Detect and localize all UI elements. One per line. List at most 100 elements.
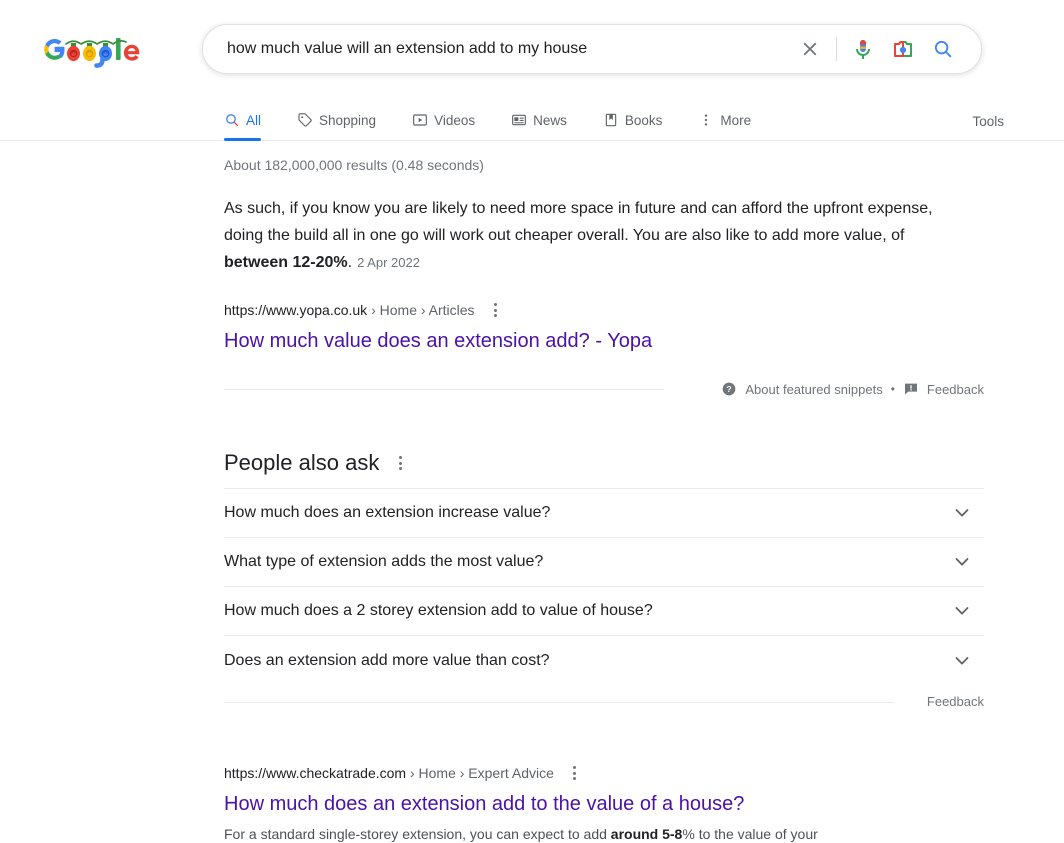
people-also-ask-header: People also ask <box>224 450 984 476</box>
video-icon <box>413 114 427 126</box>
tab-shopping[interactable]: Shopping <box>285 102 388 138</box>
desc-part2: % to the value of your <box>682 826 818 842</box>
paa-question-text: What type of extension adds the most val… <box>224 553 544 570</box>
light-bulb-yellow <box>83 43 96 62</box>
tab-label: Videos <box>434 112 476 128</box>
kebab-icon <box>705 114 708 126</box>
featured-snippet-footer: ? About featured snippets • Feedback <box>224 378 984 400</box>
tools-button[interactable]: Tools <box>964 110 1012 133</box>
google-logo-icon <box>44 38 140 68</box>
clear-search-button[interactable] <box>790 29 830 69</box>
microphone-icon <box>856 40 870 59</box>
paa-question-item[interactable]: How much does a 2 storey extension add t… <box>224 587 984 636</box>
result-source: https://www.checkatrade.com › Home › Exp… <box>224 763 984 783</box>
light-bulb-blue <box>94 43 112 68</box>
paa-question-item[interactable]: How much does an extension increase valu… <box>224 489 984 538</box>
result-options-button[interactable] <box>566 763 584 783</box>
google-doodle-logo[interactable] <box>44 26 164 74</box>
search-submit-button[interactable] <box>923 29 963 69</box>
news-icon <box>512 114 527 126</box>
featured-snippet-title-link[interactable]: How much value does an extension add? - … <box>224 328 652 354</box>
kebab-dot <box>494 303 498 306</box>
source-url[interactable]: https://www.checkatrade.com › Home › Exp… <box>224 763 554 783</box>
result-count: About 182,000,000 results (0.48 seconds) <box>224 157 484 173</box>
tab-label: Shopping <box>319 112 377 128</box>
people-also-ask-list: How much does an extension increase valu… <box>224 488 984 685</box>
google-lens-icon <box>894 41 912 57</box>
tab-news[interactable]: News <box>499 102 579 138</box>
snippet-feedback-link[interactable]: Feedback <box>927 382 984 397</box>
paa-feedback-link[interactable]: Feedback <box>927 694 984 709</box>
search-results-main: About 182,000,000 results (0.48 seconds)… <box>224 141 984 843</box>
featured-snippet: As such, if you know you are likely to n… <box>224 195 984 400</box>
tab-label: All <box>246 112 262 128</box>
snippet-date: 2 Apr 2022 <box>357 255 420 270</box>
tag-icon <box>298 113 312 127</box>
kebab-dot <box>573 777 577 780</box>
kebab-dot <box>573 771 577 775</box>
source-domain: https://www.yopa.co.uk <box>224 302 368 318</box>
paa-options-button[interactable] <box>391 453 409 473</box>
search-nav-tabs: All Shopping Videos News Books More Tool… <box>0 102 1064 141</box>
search-icon <box>934 40 952 58</box>
chevron-down-icon <box>955 509 969 517</box>
chevron-down-icon <box>955 558 969 566</box>
tab-label: News <box>533 112 567 128</box>
tab-books[interactable]: Books <box>591 102 675 138</box>
close-icon <box>803 42 817 56</box>
light-bulb-red <box>67 43 80 62</box>
tab-label: More <box>720 112 752 128</box>
paa-question-item[interactable]: Does an extension add more value than co… <box>224 636 984 685</box>
paa-question-item[interactable]: What type of extension adds the most val… <box>224 538 984 587</box>
snippet-bold: between 12-20% <box>224 254 348 271</box>
search-icon <box>226 114 238 126</box>
paa-question-text: Does an extension add more value than co… <box>224 651 550 669</box>
people-also-ask-section: People also ask How much does an extensi… <box>224 450 984 711</box>
kebab-dot <box>573 766 577 769</box>
snippet-text-part1: As such, if you know you are likely to n… <box>224 200 933 244</box>
divider <box>224 702 894 703</box>
kebab-dot <box>398 461 402 465</box>
chevron-down-icon <box>955 607 969 615</box>
tab-all[interactable]: All <box>224 102 273 141</box>
svg-text:?: ? <box>727 384 732 394</box>
kebab-dot <box>494 314 498 317</box>
source-domain: https://www.checkatrade.com <box>224 765 407 781</box>
divider <box>224 389 664 390</box>
result-options-button[interactable] <box>487 300 505 320</box>
snippet-text-part2: . <box>347 254 353 271</box>
search-input[interactable] <box>203 26 790 72</box>
about-featured-snippets-link[interactable]: About featured snippets <box>745 382 882 397</box>
lens-search-button[interactable] <box>883 29 923 69</box>
chevron-down-icon <box>955 656 969 664</box>
search-divider <box>836 37 837 61</box>
kebab-dot <box>398 467 402 470</box>
featured-snippet-text: As such, if you know you are likely to n… <box>224 195 964 276</box>
book-icon <box>605 113 617 127</box>
result-title-link[interactable]: How much does an extension add to the va… <box>224 791 744 817</box>
help-icon[interactable]: ? <box>721 381 737 397</box>
search-bar[interactable] <box>202 24 982 74</box>
paa-question-text: How much does an extension increase valu… <box>224 504 551 521</box>
source-url[interactable]: https://www.yopa.co.uk › Home › Articles <box>224 300 475 320</box>
people-also-ask-title: People also ask <box>224 450 380 475</box>
feedback-flag-icon[interactable] <box>903 381 919 397</box>
tab-videos[interactable]: Videos <box>400 102 487 138</box>
tab-label: Books <box>624 112 663 128</box>
tab-more[interactable]: More <box>686 102 763 138</box>
search-bar-icons <box>790 29 981 69</box>
source-breadcrumb: › Home › Expert Advice <box>406 765 554 781</box>
kebab-dot <box>494 308 498 312</box>
search-header: All Shopping Videos <box>0 0 1064 141</box>
voice-search-button[interactable] <box>843 29 883 69</box>
snippet-footer-links: ? About featured snippets • Feedback <box>721 381 984 397</box>
people-also-ask-footer: Feedback <box>224 691 984 711</box>
source-breadcrumb: › Home › Articles <box>367 302 475 318</box>
result-description: For a standard single-storey extension, … <box>224 823 964 843</box>
kebab-dot <box>398 456 402 459</box>
desc-part1: For a standard single-storey extension, … <box>224 826 611 842</box>
separator-dot: • <box>890 382 895 396</box>
desc-bold: around 5-8 <box>610 826 683 842</box>
paa-question-text: How much does a 2 storey extension add t… <box>224 602 653 619</box>
search-result-item: https://www.checkatrade.com › Home › Exp… <box>224 763 984 843</box>
